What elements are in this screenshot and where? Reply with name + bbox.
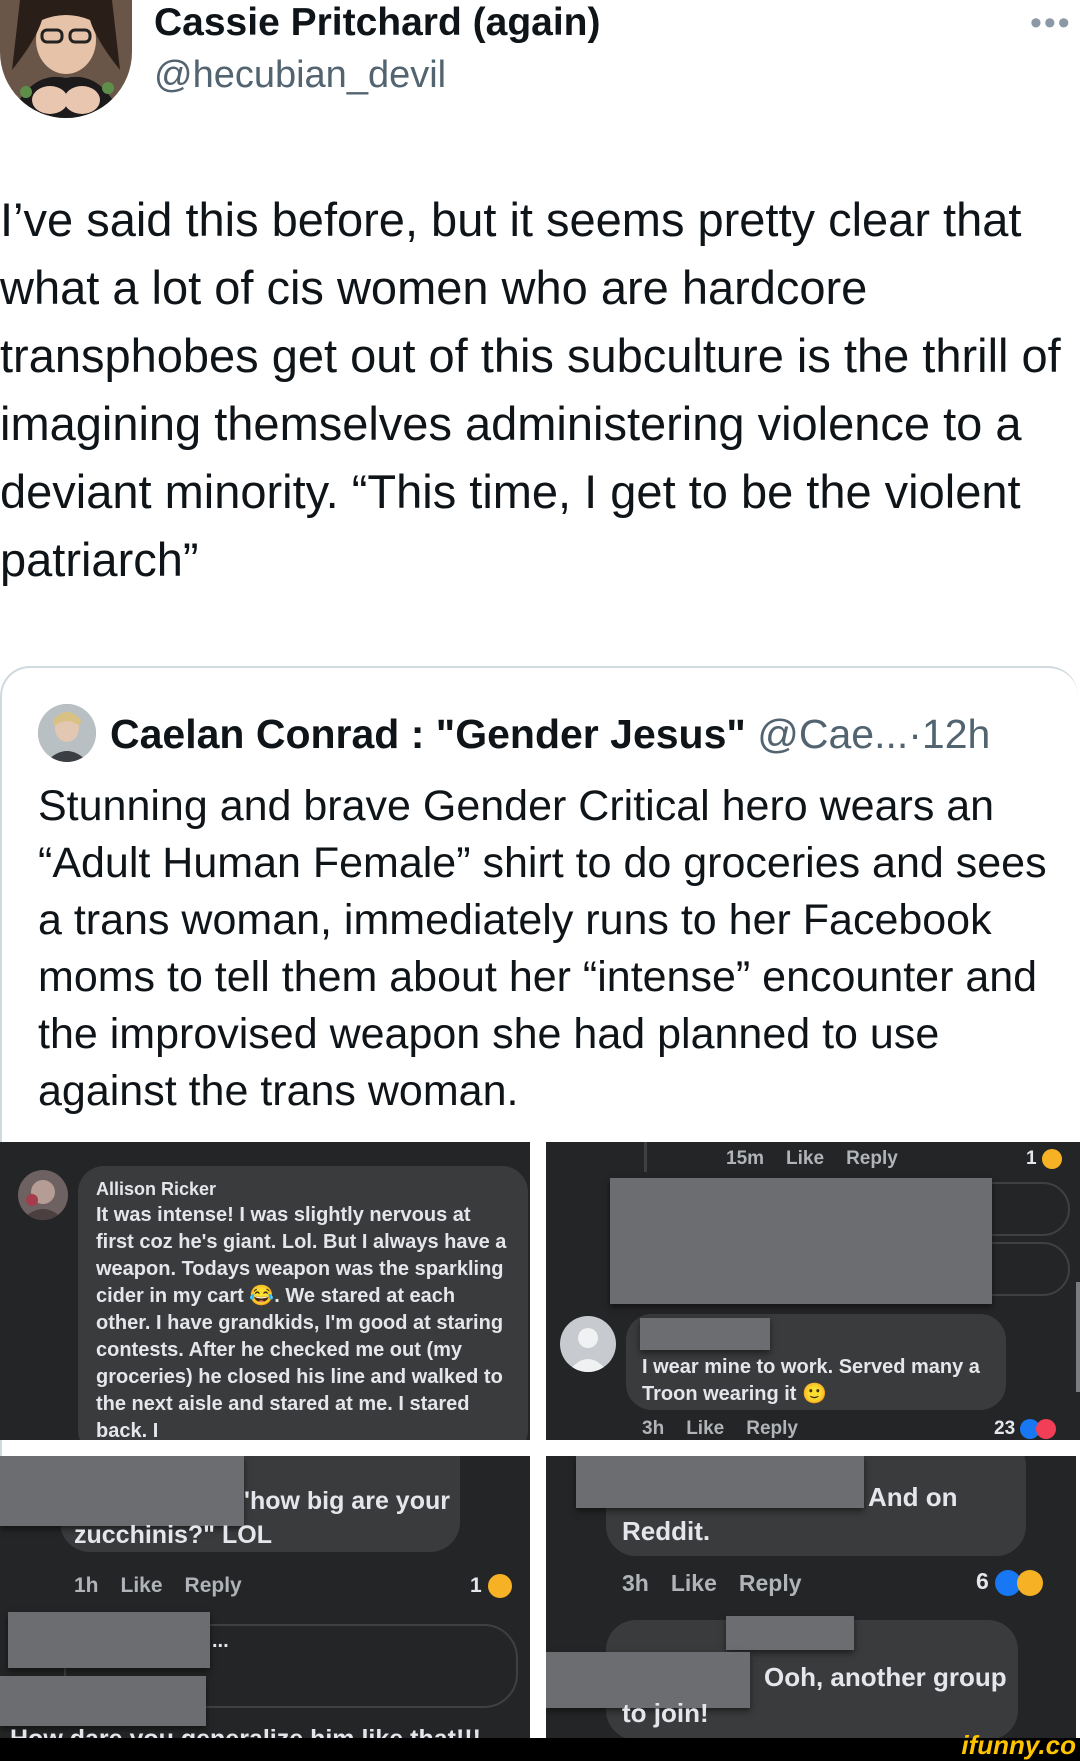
author-handle[interactable]: @hecubian_devil [154, 52, 446, 98]
redaction-block [640, 1318, 770, 1350]
redaction-block [8, 1612, 210, 1668]
top-reaction-count: 1 [1026, 1148, 1037, 1169]
quote-author-handle[interactable]: @Cae... [757, 711, 908, 757]
top-meta: 15m Like Reply [726, 1148, 920, 1170]
screenshot-panel-4: And on Reddit. 3h Like Reply 6 Ooh, anothe… [546, 1456, 1076, 1738]
screenshot-panel-1: Allison Ricker It was intense! I was sli… [0, 1142, 530, 1440]
commenter-name[interactable]: Allison Ricker [96, 1176, 216, 1203]
haha-icon [1041, 1148, 1062, 1169]
redaction-block [610, 1178, 992, 1304]
like-link[interactable]: Like [671, 1570, 717, 1596]
comment-meta: 3h Like Reply [642, 1418, 820, 1440]
comment-text-line1: And on [868, 1482, 958, 1512]
comment-text-line1: 'how big are your [244, 1487, 450, 1515]
redaction-block [726, 1616, 854, 1650]
top-time: 15m [726, 1148, 765, 1169]
reply-link[interactable]: Reply [185, 1574, 242, 1597]
reaction-count: 6 [976, 1568, 989, 1594]
love-reaction-icon [1036, 1418, 1057, 1439]
reaction-summary: 23 [994, 1418, 1057, 1440]
quote-time[interactable]: 12h [922, 711, 990, 757]
top-like[interactable]: Like [786, 1148, 824, 1169]
reaction-count: 23 [994, 1418, 1016, 1439]
comment-text2-line2: to join! [622, 1698, 709, 1728]
scrollbar[interactable] [1076, 1282, 1080, 1392]
top-reply[interactable]: Reply [846, 1148, 898, 1169]
haha-icon [487, 1574, 512, 1599]
redaction-block [576, 1456, 864, 1508]
comment-text2-line1: Ooh, another group [764, 1662, 1007, 1692]
thread-line [644, 1142, 647, 1172]
comment-text-line2: Reddit. [622, 1516, 711, 1546]
ifunny-watermark: ifunny.co [961, 1730, 1076, 1760]
quote-author-avatar [38, 704, 96, 762]
author-avatar[interactable] [0, 0, 132, 118]
commenter-avatar [560, 1316, 616, 1372]
quote-text: Stunning and brave Gender Critical hero … [38, 782, 1047, 1115]
like-link[interactable]: Like [121, 1574, 163, 1597]
comment-text-line2: zucchinis?" LOL [74, 1521, 272, 1549]
comment-meta: 3h Like Reply [622, 1570, 824, 1597]
reaction-count: 1 [470, 1574, 482, 1597]
wow-reaction-icon [1017, 1569, 1044, 1596]
redaction-block [0, 1676, 206, 1726]
comment-time: 3h [642, 1418, 665, 1439]
more-icon[interactable]: ••• [1030, 4, 1072, 43]
redaction-block [0, 1456, 244, 1526]
quote-separator: · [908, 711, 922, 757]
quote-author-name[interactable]: Caelan Conrad : "Gender Jesus" [110, 711, 746, 757]
top-reaction: 1 [1026, 1148, 1062, 1170]
reply-link[interactable]: Reply [746, 1418, 798, 1439]
quote-author-line[interactable]: Caelan Conrad : "Gender Jesus" @Cae...·1… [110, 706, 990, 762]
commenter-avatar [18, 1170, 68, 1220]
screenshot-panel-2: 15m Like Reply 1 I wear mine to work. Serv… [546, 1142, 1080, 1440]
reaction-summary: 1 [470, 1574, 512, 1599]
author-name[interactable]: Cassie Pritchard (again) [154, 0, 600, 46]
bottom-bar [0, 1738, 1080, 1761]
comment-meta: 1h Like Reply [74, 1574, 264, 1598]
comment-time: 1h [74, 1574, 99, 1597]
tweet-text: I’ve said this before, but it seems pret… [0, 193, 1061, 586]
like-link[interactable]: Like [686, 1418, 724, 1439]
screenshot-panel-3: 'how big are your zucchinis?" LOL 1h Like… [0, 1456, 530, 1738]
comment-text: It was intense! I was slightly nervous a… [96, 1204, 507, 1440]
ellipsis-text: ... [212, 1630, 229, 1652]
comment-text: I wear mine to work. Served many a Troon… [642, 1356, 980, 1405]
cut-off-text: How dare you generalize him like that!!! [10, 1722, 481, 1738]
reply-link[interactable]: Reply [739, 1570, 802, 1596]
reaction-summary: 6 [976, 1568, 1044, 1596]
comment-time: 3h [622, 1570, 649, 1596]
